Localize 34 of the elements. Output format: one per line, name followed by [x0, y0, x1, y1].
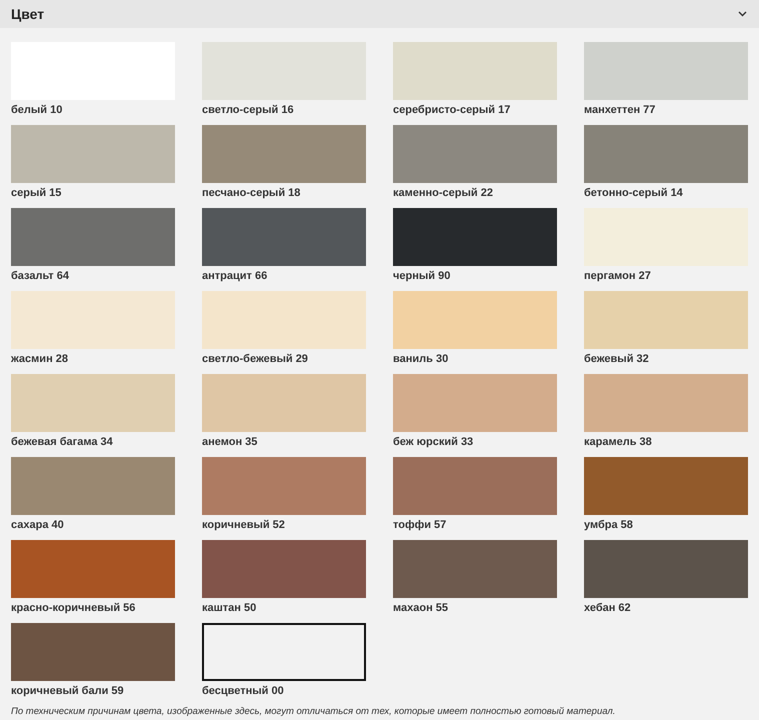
color-label: тоффи 57 [393, 518, 448, 533]
color-label: бесцветный 00 [202, 684, 285, 699]
color-label: сахара 40 [11, 518, 65, 533]
color-label: хебан 62 [584, 601, 632, 616]
color-label: песчано-серый 18 [202, 186, 302, 201]
color-label: серебристо-серый 17 [393, 103, 512, 118]
color-label: бежевая багама 34 [11, 435, 114, 450]
color-label: базальт 64 [11, 269, 70, 284]
footnote: По техническим причинам цвета, изображенные здесь, могут отличаться от тех, которые имеет полностью готовый материал. [11, 706, 616, 717]
color-label: ваниль 30 [393, 352, 450, 367]
color-label: жасмин 28 [11, 352, 70, 367]
color-label: антрацит 66 [202, 269, 268, 284]
color-label: анемон 35 [202, 435, 258, 450]
color-label: коричневый бали 59 [11, 684, 125, 699]
color-label: светло-бежевый 29 [202, 352, 309, 367]
section-header[interactable]: Цвет [0, 0, 759, 28]
color-label: красно-коричневый 56 [11, 601, 136, 616]
color-label: черный 90 [393, 269, 452, 284]
chevron-icon[interactable] [738, 11, 747, 17]
color-label: светло-серый 16 [202, 103, 295, 118]
color-label: каменно-серый 22 [393, 186, 494, 201]
color-label: умбра 58 [584, 518, 634, 533]
color-label: карамель 38 [584, 435, 653, 450]
color-label: манхеттен 77 [584, 103, 656, 118]
color-label: серый 15 [11, 186, 62, 201]
color-label: бетонно-серый 14 [584, 186, 684, 201]
color-label: махаон 55 [393, 601, 449, 616]
color-label: беж юрский 33 [393, 435, 474, 450]
color-label: каштан 50 [202, 601, 258, 616]
color-label: коричневый 52 [202, 518, 286, 533]
color-label: бежевый 32 [584, 352, 650, 367]
color-label: пергамон 27 [584, 269, 652, 284]
section-title: Цвет [11, 6, 44, 22]
color-label: белый 10 [11, 103, 64, 118]
